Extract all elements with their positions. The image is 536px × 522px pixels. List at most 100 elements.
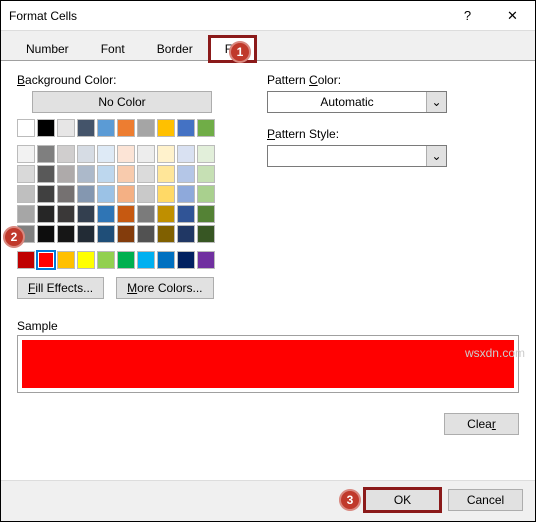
color-swatch[interactable] (77, 145, 95, 163)
color-swatch[interactable] (137, 185, 155, 203)
color-swatch[interactable] (77, 165, 95, 183)
tint-color-grid (17, 145, 227, 243)
color-swatch[interactable] (197, 251, 215, 269)
color-swatch[interactable] (157, 205, 175, 223)
color-swatch[interactable] (177, 119, 195, 137)
color-swatch[interactable] (17, 251, 35, 269)
help-button[interactable]: ? (445, 1, 490, 31)
color-swatch[interactable] (197, 165, 215, 183)
color-swatch[interactable] (37, 251, 55, 269)
color-swatch[interactable] (117, 165, 135, 183)
callout-2: 2 (3, 226, 25, 248)
tab-number[interactable]: Number (11, 37, 84, 60)
pattern-color-dropdown[interactable]: Automatic ⌄ (267, 91, 447, 113)
sample-fill (22, 340, 514, 388)
color-swatch[interactable] (37, 119, 55, 137)
pattern-color-value: Automatic (268, 95, 426, 109)
ok-button[interactable]: OK (365, 489, 440, 511)
color-swatch[interactable] (97, 225, 115, 243)
color-swatch[interactable] (57, 205, 75, 223)
color-swatch[interactable] (77, 119, 95, 137)
chevron-down-icon: ⌄ (426, 92, 446, 112)
color-swatch[interactable] (197, 225, 215, 243)
watermark: wsxdn.com (465, 346, 525, 360)
color-swatch[interactable] (57, 225, 75, 243)
color-swatch[interactable] (97, 205, 115, 223)
color-swatch[interactable] (137, 205, 155, 223)
fill-effects-button[interactable]: Fill Effects... (17, 277, 104, 299)
color-swatch[interactable] (197, 145, 215, 163)
pattern-style-label: Pattern Style: (267, 127, 519, 141)
color-swatch[interactable] (117, 225, 135, 243)
color-swatch[interactable] (117, 145, 135, 163)
color-swatch[interactable] (137, 225, 155, 243)
standard-color-grid (17, 251, 227, 269)
color-swatch[interactable] (17, 119, 35, 137)
color-swatch[interactable] (37, 165, 55, 183)
dialog-button-row: 3 OK Cancel (1, 480, 535, 521)
cancel-button[interactable]: Cancel (448, 489, 523, 511)
color-swatch[interactable] (117, 205, 135, 223)
color-swatch[interactable] (137, 145, 155, 163)
color-swatch[interactable] (97, 165, 115, 183)
color-swatch[interactable] (97, 145, 115, 163)
color-swatch[interactable] (157, 225, 175, 243)
fill-panel: Background Color: No Color Fill Effects.… (1, 61, 535, 480)
color-swatch[interactable] (157, 145, 175, 163)
titlebar: Format Cells ? ✕ (1, 1, 535, 31)
color-swatch[interactable] (57, 165, 75, 183)
color-swatch[interactable] (37, 145, 55, 163)
color-swatch[interactable] (97, 119, 115, 137)
color-swatch[interactable] (57, 145, 75, 163)
color-swatch[interactable] (117, 119, 135, 137)
color-swatch[interactable] (137, 119, 155, 137)
theme-color-grid (17, 119, 227, 137)
pattern-style-dropdown[interactable]: ⌄ (267, 145, 447, 167)
color-swatch[interactable] (197, 119, 215, 137)
color-swatch[interactable] (17, 185, 35, 203)
clear-button[interactable]: Clear (444, 413, 519, 435)
color-swatch[interactable] (37, 225, 55, 243)
color-swatch[interactable] (57, 251, 75, 269)
close-button[interactable]: ✕ (490, 1, 535, 31)
sample-label: Sample (17, 319, 519, 333)
color-swatch[interactable] (57, 119, 75, 137)
color-swatch[interactable] (37, 185, 55, 203)
color-swatch[interactable] (197, 185, 215, 203)
no-color-button[interactable]: No Color (32, 91, 212, 113)
color-swatch[interactable] (97, 251, 115, 269)
color-swatch[interactable] (57, 185, 75, 203)
color-swatch[interactable] (197, 205, 215, 223)
color-swatch[interactable] (97, 185, 115, 203)
dialog-title: Format Cells (9, 9, 445, 23)
color-swatch[interactable] (37, 205, 55, 223)
background-color-label: Background Color: (17, 73, 227, 87)
callout-3: 3 (339, 489, 361, 511)
color-swatch[interactable] (77, 251, 95, 269)
color-swatch[interactable] (177, 205, 195, 223)
color-swatch[interactable] (77, 185, 95, 203)
color-swatch[interactable] (137, 251, 155, 269)
color-swatch[interactable] (177, 145, 195, 163)
color-swatch[interactable] (17, 205, 35, 223)
color-swatch[interactable] (157, 165, 175, 183)
color-swatch[interactable] (177, 251, 195, 269)
color-swatch[interactable] (157, 119, 175, 137)
color-swatch[interactable] (177, 165, 195, 183)
color-swatch[interactable] (77, 225, 95, 243)
color-swatch[interactable] (177, 185, 195, 203)
callout-1: 1 (229, 41, 251, 63)
color-swatch[interactable] (117, 185, 135, 203)
tab-border[interactable]: Border (142, 37, 208, 60)
color-swatch[interactable] (117, 251, 135, 269)
color-swatch[interactable] (17, 165, 35, 183)
color-swatch[interactable] (157, 185, 175, 203)
tab-strip: Number Font Border Fill 1 (1, 31, 535, 61)
color-swatch[interactable] (177, 225, 195, 243)
color-swatch[interactable] (77, 205, 95, 223)
tab-font[interactable]: Font (86, 37, 140, 60)
color-swatch[interactable] (157, 251, 175, 269)
color-swatch[interactable] (17, 145, 35, 163)
more-colors-button[interactable]: More Colors... (116, 277, 213, 299)
color-swatch[interactable] (137, 165, 155, 183)
